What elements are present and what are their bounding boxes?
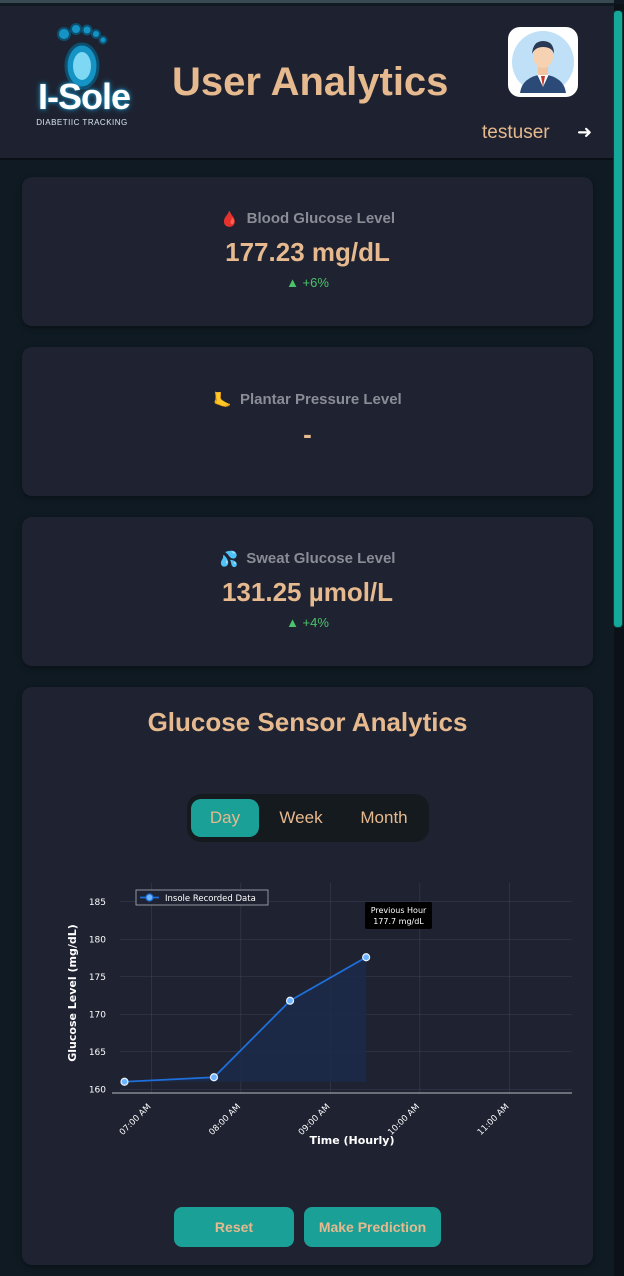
tooltip-title: Previous Hour	[371, 906, 427, 915]
x-tick-label: 09:00 AM	[297, 1102, 333, 1138]
y-tick-label: 170	[89, 1010, 106, 1020]
reset-button[interactable]: Reset	[174, 1207, 294, 1247]
series-area	[124, 957, 367, 1082]
data-point[interactable]	[209, 1073, 219, 1082]
tab-day[interactable]: Day	[191, 799, 259, 837]
legend-label: Insole Recorded Data	[165, 894, 256, 904]
range-selector: Day Week Month	[187, 794, 429, 842]
username[interactable]: testuser	[482, 122, 550, 144]
y-tick-label: 165	[89, 1048, 106, 1058]
sweat-glucose-card: 💦 Sweat Glucose Level 131.25 µmol/L ▲ +4%	[22, 517, 593, 666]
tab-week[interactable]: Week	[265, 799, 337, 837]
data-point[interactable]	[120, 1077, 129, 1086]
hover-tooltip: Previous Hour 177.7 mg/dL	[365, 902, 432, 929]
y-tick-labels: 160 165 170 175 180 185	[89, 898, 106, 1096]
metric-value: -	[303, 419, 312, 449]
logo-subtitle: DIABETIIC TRACKING	[36, 118, 128, 127]
x-tick-label: 08:00 AM	[207, 1102, 243, 1138]
i-sole-logo[interactable]: I-Sole DIABETIIC TRACKING	[24, 22, 140, 132]
avatar[interactable]	[508, 27, 578, 97]
plantar-pressure-card: 🦶 Plantar Pressure Level -	[22, 347, 593, 496]
chart-legend[interactable]: Insole Recorded Data	[135, 889, 269, 906]
page-title: User Analytics	[172, 60, 449, 104]
logo-text: I-Sole	[37, 76, 131, 117]
scrollbar-thumb[interactable]	[613, 10, 623, 628]
sweat-drops-icon: 💦	[219, 551, 239, 569]
x-axis-label: Time (Hourly)	[309, 1134, 394, 1147]
x-tick-label: 10:00 AM	[386, 1102, 422, 1138]
app-header: I-Sole DIABETIIC TRACKING User Analytics…	[0, 6, 614, 160]
tab-month[interactable]: Month	[343, 799, 425, 837]
logout-arrow-icon[interactable]: ➜	[577, 122, 592, 143]
metric-trend: ▲ +6%	[286, 275, 329, 290]
x-tick-label: 07:00 AM	[118, 1102, 154, 1138]
y-tick-label: 175	[89, 973, 106, 983]
y-tick-label: 180	[89, 935, 106, 945]
blood-drop-icon: 🩸	[219, 211, 239, 229]
metric-label: 🩸 Blood Glucose Level	[219, 210, 396, 229]
y-tick-label: 160	[89, 1085, 106, 1095]
x-tick-label: 11:00 AM	[476, 1102, 512, 1138]
metric-trend: ▲ +4%	[286, 615, 329, 630]
scrollbar-track[interactable]	[613, 4, 624, 1276]
foot-icon: 🦶	[213, 392, 232, 410]
metric-label: 🦶 Plantar Pressure Level	[213, 391, 402, 410]
metric-value: 177.23 mg/dL	[225, 237, 390, 267]
legend-marker-icon	[145, 893, 154, 902]
glucose-line-chart[interactable]: 160 165 170 175 180 185 07:00 AM 08:00 AM 09:00…	[58, 873, 578, 1173]
metric-label: 💦 Sweat Glucose Level	[219, 550, 396, 569]
blood-glucose-card: 🩸 Blood Glucose Level 177.23 mg/dL ▲ +6%	[22, 177, 593, 326]
user-avatar-icon	[512, 31, 574, 93]
metric-value: 131.25 µmol/L	[221, 577, 394, 607]
app-frame: I-Sole DIABETIIC TRACKING User Analytics…	[0, 0, 614, 1276]
data-point[interactable]	[362, 953, 371, 962]
tooltip-value: 177.7 mg/dL	[373, 917, 424, 926]
y-tick-label: 185	[89, 898, 106, 908]
data-point[interactable]	[285, 996, 295, 1005]
y-axis-label: Glucose Level (mg/dL)	[66, 924, 79, 1062]
x-tick-labels: 07:00 AM 08:00 AM 09:00 AM 10:00 AM 11:00 AM	[118, 1102, 512, 1138]
section-title: Glucose Sensor Analytics	[147, 707, 468, 737]
make-prediction-button[interactable]: Make Prediction	[304, 1207, 441, 1247]
glucose-analytics-card: Glucose Sensor Analytics Day Week Month …	[22, 687, 593, 1265]
